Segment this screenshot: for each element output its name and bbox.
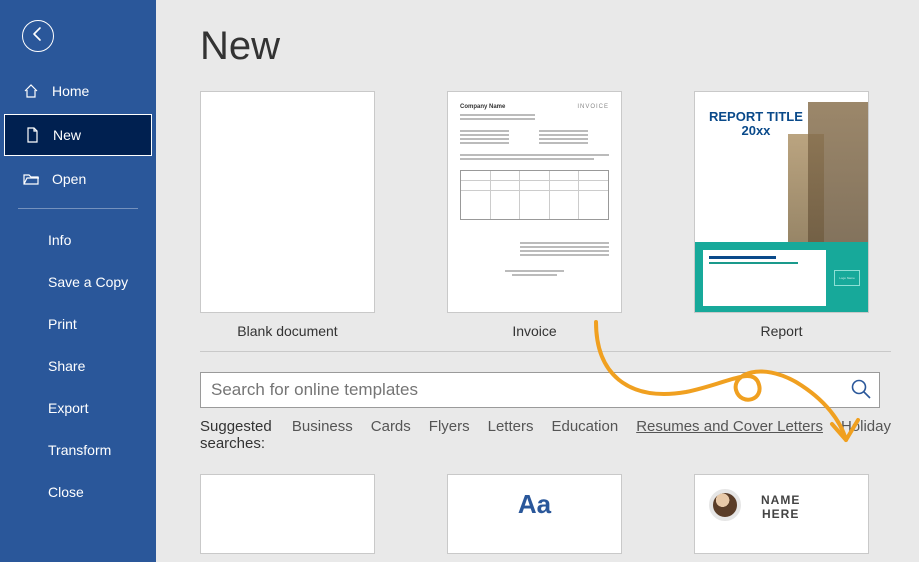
- page-title: New: [200, 24, 891, 69]
- templates-row: Blank document Company Name INVOICE: [200, 91, 891, 339]
- templates-row-2: Aa NAME HERE: [200, 474, 891, 562]
- suggested-label: Suggested searches:: [200, 418, 272, 452]
- sidebar-item-print[interactable]: Print: [0, 303, 156, 345]
- template-thumb: [200, 474, 375, 554]
- template-thumb: NAME HERE: [694, 474, 869, 554]
- sidebar-item-label: Share: [48, 358, 85, 374]
- template-thumb: Company Name INVOICE: [447, 91, 622, 313]
- template-partial-style[interactable]: Aa: [447, 474, 622, 562]
- suggested-link-education[interactable]: Education: [551, 418, 618, 435]
- invoice-company: Company Name: [460, 104, 505, 110]
- suggested-searches: Suggested searches: Business Cards Flyer…: [200, 418, 891, 452]
- search-icon[interactable]: [850, 378, 872, 400]
- style-sample-text: Aa: [462, 489, 607, 520]
- template-label: Blank document: [200, 323, 375, 339]
- building-graphic-icon: [808, 102, 868, 242]
- sidebar-divider: [18, 208, 138, 209]
- sidebar-item-export[interactable]: Export: [0, 387, 156, 429]
- home-icon: [22, 82, 40, 100]
- suggested-link-flyers[interactable]: Flyers: [429, 418, 470, 435]
- search-input[interactable]: [200, 372, 880, 408]
- logo-placeholder-icon: Logo Name: [834, 270, 860, 286]
- new-document-icon: [23, 126, 41, 144]
- sidebar-item-label: Print: [48, 316, 77, 332]
- sidebar-item-label: Transform: [48, 442, 111, 458]
- invoice-tag: INVOICE: [577, 104, 609, 110]
- sidebar-item-open[interactable]: Open: [0, 158, 156, 200]
- template-report[interactable]: REPORT TITLE 20xx Logo Name Report: [694, 91, 869, 339]
- sidebar-item-label: New: [53, 127, 81, 143]
- back-button[interactable]: [22, 20, 54, 52]
- suggested-link-resumes[interactable]: Resumes and Cover Letters: [636, 418, 823, 435]
- template-partial-resume[interactable]: NAME HERE: [694, 474, 869, 562]
- template-partial-1[interactable]: [200, 474, 375, 562]
- sidebar-item-label: Save a Copy: [48, 274, 128, 290]
- backstage-sidebar: Home New Open Info Save a Copy Print Sha…: [0, 0, 156, 562]
- suggested-link-holiday[interactable]: Holiday: [841, 418, 891, 435]
- sidebar-item-share[interactable]: Share: [0, 345, 156, 387]
- template-thumb: Aa: [447, 474, 622, 554]
- suggested-link-letters[interactable]: Letters: [488, 418, 534, 435]
- sidebar-item-label: Open: [52, 171, 86, 187]
- back-arrow-icon: [30, 26, 46, 47]
- main-content: New Blank document Company Name INVOICE: [156, 0, 919, 562]
- template-invoice[interactable]: Company Name INVOICE Invoice: [447, 91, 622, 339]
- template-thumb: [200, 91, 375, 313]
- sidebar-item-label: Close: [48, 484, 84, 500]
- sidebar-item-label: Export: [48, 400, 88, 416]
- sidebar-item-close[interactable]: Close: [0, 471, 156, 513]
- sidebar-item-transform[interactable]: Transform: [0, 429, 156, 471]
- template-label: Invoice: [447, 323, 622, 339]
- sidebar-item-new[interactable]: New: [4, 114, 152, 156]
- template-blank-document[interactable]: Blank document: [200, 91, 375, 339]
- resume-name-placeholder: NAME HERE: [755, 475, 800, 553]
- sidebar-secondary-group: Info Save a Copy Print Share Export Tran…: [0, 219, 156, 513]
- suggested-link-business[interactable]: Business: [292, 418, 353, 435]
- sidebar-item-label: Home: [52, 83, 89, 99]
- sidebar-item-label: Info: [48, 232, 71, 248]
- sidebar-item-info[interactable]: Info: [0, 219, 156, 261]
- section-divider: [200, 351, 891, 352]
- sidebar-item-save-a-copy[interactable]: Save a Copy: [0, 261, 156, 303]
- template-label: Report: [694, 323, 869, 339]
- open-folder-icon: [22, 170, 40, 188]
- sidebar-item-home[interactable]: Home: [0, 70, 156, 112]
- template-search: [200, 372, 891, 408]
- suggested-link-cards[interactable]: Cards: [371, 418, 411, 435]
- avatar-icon: [709, 489, 741, 521]
- template-thumb: REPORT TITLE 20xx Logo Name: [694, 91, 869, 313]
